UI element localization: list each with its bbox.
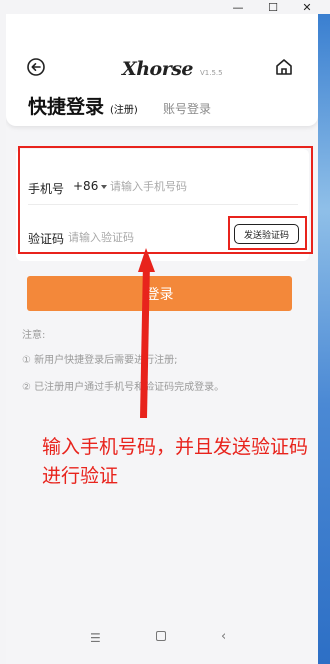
back-chevron-icon[interactable]: ‹ (221, 629, 226, 644)
annotation-highlight-send-button (228, 216, 307, 250)
tab-register-note: (注册) (110, 105, 138, 116)
version-label: V1.5.5 (200, 69, 223, 77)
note-item: ② 已注册用户通过手机号和验证码完成登录。 (22, 382, 225, 393)
home-icon[interactable] (274, 57, 294, 77)
window-maximize-button[interactable]: ☐ (260, 0, 286, 14)
tab-quick-login[interactable]: 快捷登录 (28, 92, 104, 119)
menu-icon[interactable]: ☰ (90, 631, 101, 645)
window-minimize-button[interactable]: — (225, 0, 251, 14)
header-card: Xhorse V1.5.5 快捷登录 (注册) 账号登录 (6, 14, 318, 126)
note-item: ① 新用户快捷登录后需要进行注册; (22, 355, 178, 366)
square-home-icon[interactable] (156, 631, 166, 641)
annotation-text: 输入手机号码，并且发送验证码进行验证 (42, 436, 309, 487)
notes-title: 注意: (22, 330, 46, 341)
xhorse-logo: Xhorse (122, 58, 194, 80)
window-titlebar: — ☐ ✕ (0, 0, 330, 14)
app-window: Xhorse V1.5.5 快捷登录 (注册) 账号登录 手机号 +86 验证码… (6, 14, 318, 664)
bottom-navigation-bar: ☰ ‹ (6, 614, 318, 664)
back-arrow-icon[interactable] (26, 57, 46, 77)
login-button[interactable]: 登录 (27, 276, 292, 311)
tab-account-login[interactable]: 账号登录 (163, 100, 211, 117)
desktop-background (318, 14, 330, 664)
window-close-button[interactable]: ✕ (294, 0, 320, 14)
